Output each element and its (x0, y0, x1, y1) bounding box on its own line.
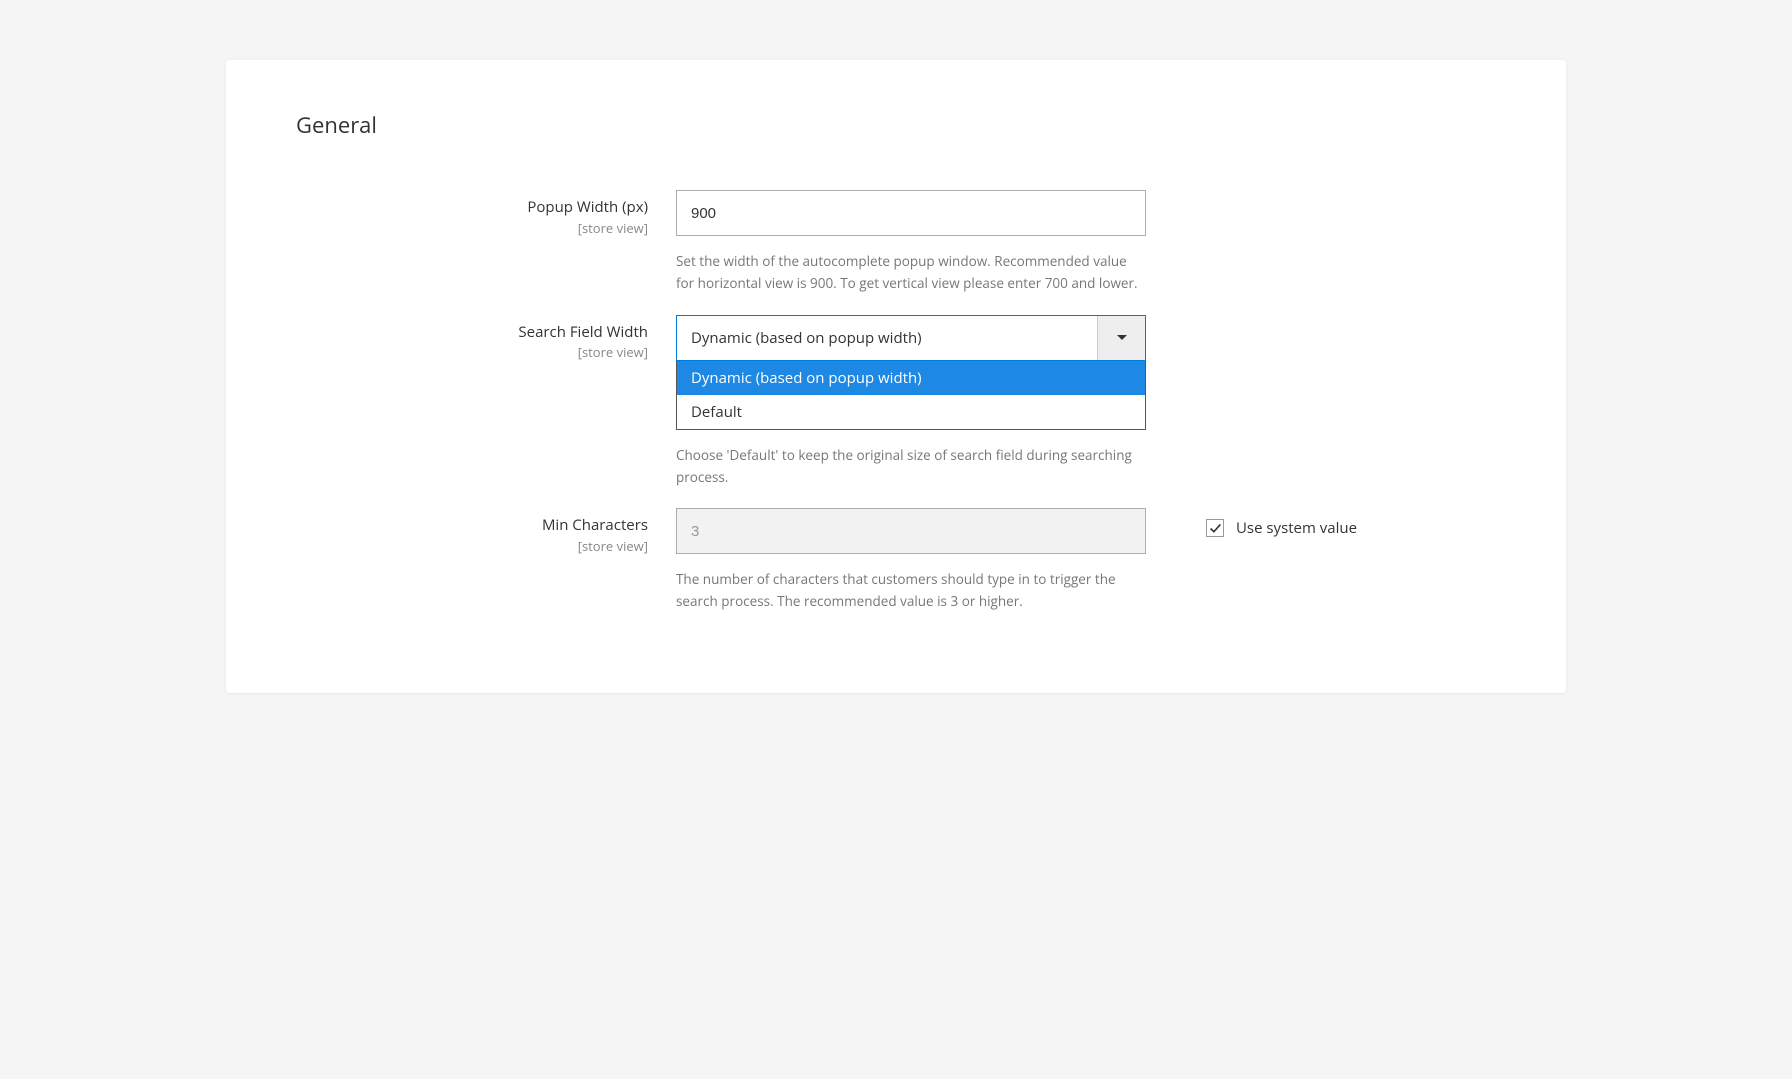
min-characters-input (676, 508, 1146, 554)
settings-panel: General Popup Width (px) [store view] Se… (226, 60, 1566, 693)
popup-width-label: Popup Width (px) (296, 198, 648, 218)
field-row-search-field-width: Search Field Width [store view] Dynamic … (296, 315, 1496, 489)
select-toggle-button[interactable] (1097, 316, 1145, 360)
popup-width-input[interactable] (676, 190, 1146, 236)
use-system-value-label[interactable]: Use system value (1236, 518, 1357, 538)
select-option-dynamic[interactable]: Dynamic (based on popup width) (677, 361, 1145, 395)
chevron-down-icon (1117, 335, 1127, 340)
label-col: Popup Width (px) [store view] (296, 190, 676, 237)
search-field-width-scope: [store view] (296, 343, 648, 361)
select-dropdown-list: Dynamic (based on popup width) Default (676, 361, 1146, 430)
label-col: Min Characters [store view] (296, 508, 676, 555)
control-col: Dynamic (based on popup width) Dynamic (… (676, 315, 1146, 489)
label-col: Search Field Width [store view] (296, 315, 676, 362)
search-field-width-select[interactable]: Dynamic (based on popup width) Dynamic (… (676, 315, 1146, 430)
search-field-width-label: Search Field Width (296, 323, 648, 343)
control-col: The number of characters that customers … (676, 508, 1146, 613)
section-title: General (296, 110, 1496, 140)
field-row-min-characters: Min Characters [store view] The number o… (296, 508, 1496, 613)
use-system-value-checkbox[interactable] (1206, 519, 1224, 537)
min-characters-label: Min Characters (296, 516, 648, 536)
field-row-popup-width: Popup Width (px) [store view] Set the wi… (296, 190, 1496, 295)
popup-width-scope: [store view] (296, 219, 648, 237)
checkmark-icon (1209, 522, 1222, 535)
min-characters-help: The number of characters that customers … (676, 568, 1146, 613)
control-col: Set the width of the autocomplete popup … (676, 190, 1146, 295)
use-system-value-wrapper: Use system value (1146, 508, 1357, 538)
select-current-value: Dynamic (based on popup width) (677, 328, 1097, 348)
select-display[interactable]: Dynamic (based on popup width) (676, 315, 1146, 361)
search-field-width-help: Choose 'Default' to keep the original si… (676, 444, 1146, 489)
min-characters-scope: [store view] (296, 537, 648, 555)
select-option-default[interactable]: Default (677, 395, 1145, 429)
popup-width-help: Set the width of the autocomplete popup … (676, 250, 1146, 295)
